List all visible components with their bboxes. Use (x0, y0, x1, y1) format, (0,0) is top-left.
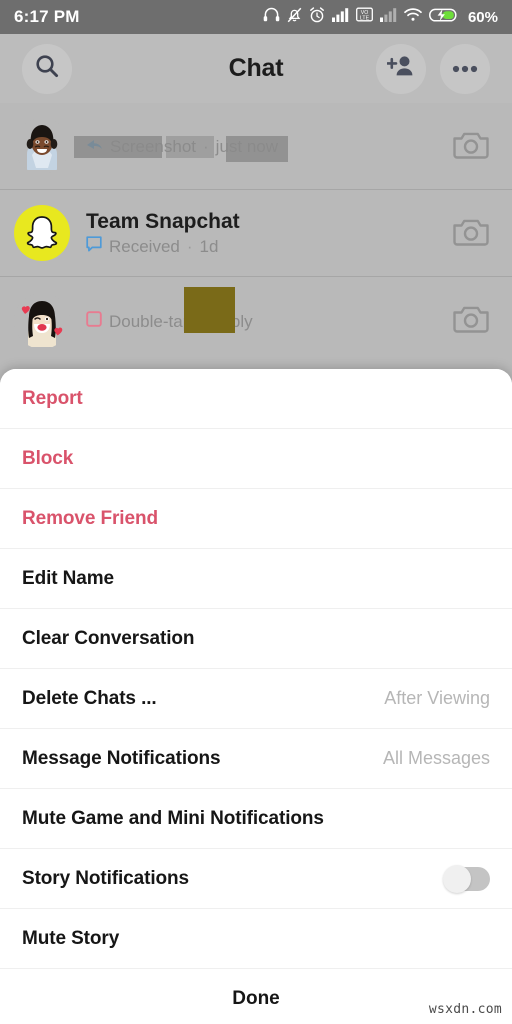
alarm-clock-icon (309, 6, 325, 28)
sheet-item-label: Edit Name (22, 567, 115, 589)
sheet-item-label: Mute Game and Mini Notifications (22, 807, 324, 829)
chat-row-content: Double-tap to reply (70, 286, 452, 333)
chat-status-separator: · (186, 236, 193, 256)
camera-icon[interactable] (452, 215, 490, 252)
search-button[interactable] (22, 43, 72, 94)
avatar[interactable] (14, 205, 70, 261)
snap-square-icon (86, 310, 102, 333)
camera-icon[interactable] (452, 302, 490, 339)
chat-row[interactable]: Double-tap to reply (0, 277, 512, 364)
chat-status: Double-tap to reply (86, 310, 452, 333)
more-options-icon (452, 60, 478, 78)
signal-bars-secondary-icon (379, 7, 397, 27)
bell-muted-icon (287, 7, 302, 28)
watermark: wsxdn.com (428, 1002, 502, 1017)
sheet-item-label: Block (22, 447, 74, 469)
sheet-item-label: Remove Friend (22, 507, 158, 529)
sheet-item-remove-friend[interactable]: Remove Friend (0, 489, 512, 549)
chat-row[interactable]: Screenshot · just now (0, 103, 512, 190)
name-redaction-block (184, 286, 235, 333)
chat-status: Received · 1d (86, 235, 452, 258)
volte-icon: VO LTE (356, 7, 373, 27)
more-options-button[interactable] (440, 43, 490, 94)
search-icon (34, 53, 60, 84)
battery-percent: 60% (467, 8, 498, 26)
chat-time: 1d (199, 236, 219, 256)
sheet-item-label: Mute Story (22, 927, 120, 949)
sheet-item-label: Report (22, 387, 83, 409)
svg-text:LTE: LTE (360, 15, 370, 21)
signal-bars-icon (331, 7, 349, 27)
sheet-item-message-notifications[interactable]: Message Notifications All Messages (0, 729, 512, 789)
sheet-item-label: Message Notifications (22, 747, 221, 769)
name-redaction-block (166, 136, 214, 158)
sheet-item-mute-story[interactable]: Mute Story (0, 909, 512, 969)
chat-list: Screenshot · just now (0, 103, 512, 364)
avatar[interactable] (14, 292, 70, 349)
chat-bubble-icon (86, 235, 102, 258)
sheet-item-story-notifications[interactable]: Story Notifications (0, 849, 512, 909)
done-button-label: Done (232, 988, 280, 1009)
battery-charging-icon (429, 7, 459, 28)
chat-row-content: Screenshot · just now (70, 134, 452, 162)
status-icons: VO LTE 60% (263, 6, 498, 28)
sheet-item-label: Delete Chats ... (22, 687, 157, 709)
snapchat-screen: 6:17 PM VO LTE 60% Chat Team Snapchat Re… (0, 0, 512, 1024)
status-time: 6:17 PM (14, 7, 80, 26)
camera-icon[interactable] (452, 128, 490, 165)
sheet-item-value: After Viewing (384, 688, 490, 708)
sheet-item-edit-name[interactable]: Edit Name (0, 549, 512, 609)
chat-row[interactable]: Team Snapchat Received · 1d (0, 190, 512, 277)
add-friend-icon (386, 53, 415, 84)
avatar[interactable] (14, 118, 70, 174)
status-bar: 6:17 PM VO LTE 60% (0, 0, 512, 34)
sheet-item-clear-conversation[interactable]: Clear Conversation (0, 609, 512, 669)
action-sheet: Report Block Remove Friend Edit Name Cle… (0, 369, 512, 1024)
chat-header: Chat (0, 34, 512, 103)
add-friend-button[interactable] (376, 43, 426, 94)
name-redaction-block (74, 136, 162, 158)
sheet-item-delete-chats[interactable]: Delete Chats ... After Viewing (0, 669, 512, 729)
sheet-item-report[interactable]: Report (0, 369, 512, 429)
chat-row-content: Team Snapchat Received · 1d (70, 209, 452, 258)
sheet-item-mute-game-mini-notifications[interactable]: Mute Game and Mini Notifications (0, 789, 512, 849)
headphones-icon (263, 7, 280, 27)
chat-status-text: Received (109, 236, 180, 256)
toggle-knob (443, 864, 471, 893)
name-redaction-block (226, 136, 288, 162)
story-notifications-toggle[interactable] (443, 864, 490, 893)
sheet-item-block[interactable]: Block (0, 429, 512, 489)
sheet-item-label: Clear Conversation (22, 627, 195, 649)
sheet-item-value: All Messages (382, 748, 490, 768)
chat-name: Team Snapchat (86, 209, 240, 233)
sheet-item-label: Story Notifications (22, 867, 190, 889)
wifi-icon (404, 7, 422, 27)
